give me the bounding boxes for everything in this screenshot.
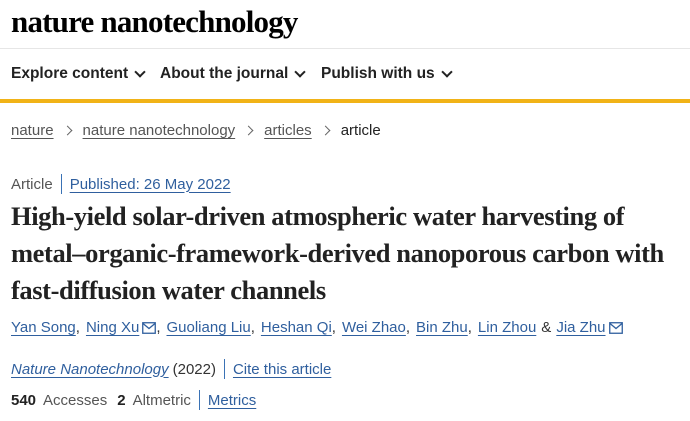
article-title: High-yield solar-driven atmospheric wate…: [11, 201, 664, 305]
nav-explore-label: Explore content: [11, 65, 129, 82]
ampersand: &: [541, 319, 552, 336]
article-type: Article: [11, 175, 53, 193]
main-nav: Explore content About the journal Publis…: [0, 49, 690, 103]
author-link[interactable]: Guoliang Liu: [167, 319, 251, 336]
chevron-down-icon: [134, 66, 146, 78]
accesses-label: Accesses: [43, 391, 108, 409]
breadcrumb-current: article: [340, 122, 381, 139]
divider: [198, 390, 200, 410]
breadcrumb-nature[interactable]: nature: [11, 122, 54, 139]
email-icon[interactable]: [142, 321, 157, 334]
accesses-count: 540: [11, 391, 37, 409]
journal-year: (2022): [172, 360, 216, 378]
nav-publish-label: Publish with us: [321, 65, 435, 82]
journal-link[interactable]: Nature Nanotechnology: [11, 361, 169, 378]
metrics-link[interactable]: Metrics: [208, 392, 256, 409]
chevron-right-icon: [62, 125, 72, 136]
author-link[interactable]: Heshan Qi: [261, 319, 332, 336]
breadcrumb-articles[interactable]: articles: [264, 122, 312, 139]
email-icon[interactable]: [608, 321, 623, 334]
published-date-link[interactable]: Published: 26 May 2022: [70, 176, 231, 193]
nav-about-label: About the journal: [160, 65, 289, 82]
altmetric-label: Altmetric: [132, 391, 191, 409]
article-metrics: 540 Accesses 2 Altmetric Metrics: [11, 390, 256, 410]
chevron-down-icon: [294, 66, 306, 78]
author-link[interactable]: Ning Xu: [86, 319, 139, 336]
author-link[interactable]: Bin Zhu: [416, 319, 468, 336]
cite-article-link[interactable]: Cite this article: [233, 361, 331, 378]
divider: [223, 359, 225, 379]
chevron-right-icon: [320, 125, 331, 136]
nav-publish-with-us[interactable]: Publish with us: [321, 65, 453, 83]
journal-info: Nature Nanotechnology (2022) Cite this a…: [11, 359, 331, 379]
author-link[interactable]: Lin Zhou: [478, 319, 536, 336]
breadcrumb: nature nature nanotechnology articles ar…: [11, 122, 381, 139]
author-list: Yan Song, Ning Xu , Guoliang Liu, Heshan…: [11, 319, 623, 336]
chevron-right-icon: [243, 125, 254, 136]
journal-logo[interactable]: nature nanotechnology: [11, 4, 298, 40]
chevron-down-icon: [441, 66, 453, 78]
divider: [60, 174, 62, 194]
site-header: nature nanotechnology: [0, 0, 690, 49]
nav-about-journal[interactable]: About the journal: [160, 65, 306, 83]
author-link[interactable]: Wei Zhao: [342, 319, 406, 336]
breadcrumb-nature-nanotechnology[interactable]: nature nanotechnology: [83, 122, 236, 139]
author-link[interactable]: Yan Song: [11, 319, 76, 336]
author-link[interactable]: Jia Zhu: [556, 319, 605, 336]
article-meta: Article Published: 26 May 2022: [11, 174, 231, 194]
altmetric-count: 2: [117, 391, 126, 409]
nav-explore-content[interactable]: Explore content: [11, 65, 146, 83]
